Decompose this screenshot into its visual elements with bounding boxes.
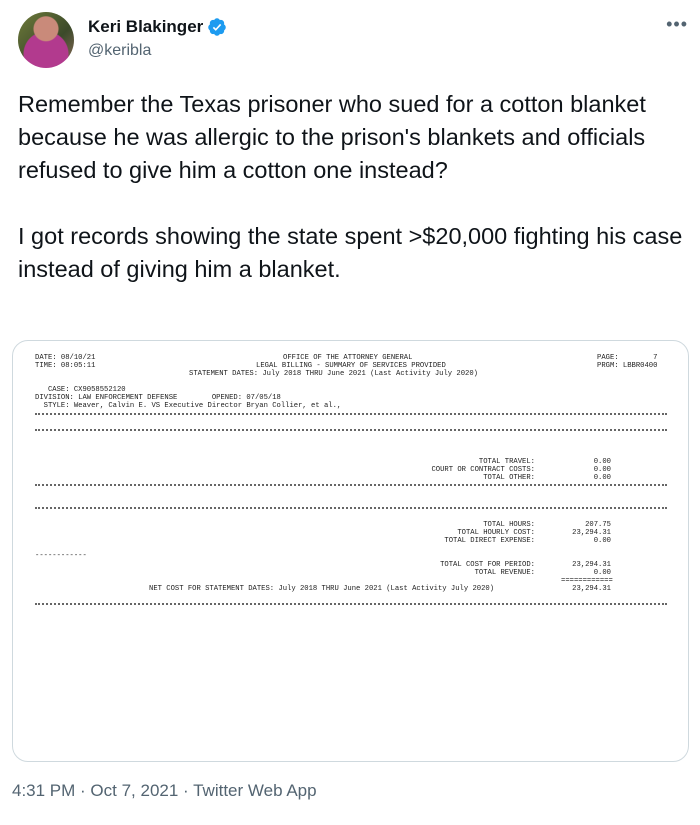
document-image[interactable]: DATE: 08/10/21 TIME: 08:05:11 OFFICE OF … bbox=[12, 340, 689, 762]
tweet-text: Remember the Texas prisoner who sued for… bbox=[18, 88, 683, 286]
doc-time: TIME: 08:05:11 bbox=[35, 362, 96, 370]
doc-label: TOTAL DIRECT EXPENSE: bbox=[444, 537, 535, 545]
doc-style: STYLE: Weaver, Calvin E. VS Executive Di… bbox=[35, 402, 342, 410]
doc-value: 0.00 bbox=[593, 537, 611, 545]
doc-separator bbox=[35, 429, 667, 431]
doc-statement-dates: STATEMENT DATES: July 2018 THRU June 202… bbox=[189, 370, 478, 378]
author-name[interactable]: Keri Blakinger bbox=[88, 17, 203, 37]
verified-badge-icon bbox=[208, 18, 227, 36]
doc-separator bbox=[35, 507, 667, 509]
tweet-timestamp[interactable]: 4:31 PM · Oct 7, 2021 · Twitter Web App bbox=[12, 781, 317, 801]
doc-label: TOTAL OTHER: bbox=[483, 474, 535, 482]
avatar[interactable] bbox=[18, 12, 74, 68]
author-handle[interactable]: @keribla bbox=[88, 42, 151, 60]
doc-net-label: NET COST FOR STATEMENT DATES: July 2018 … bbox=[149, 585, 495, 593]
author-row: Keri Blakinger bbox=[88, 17, 227, 37]
doc-value: 0.00 bbox=[593, 474, 611, 482]
tweet-paragraph: Remember the Texas prisoner who sued for… bbox=[18, 91, 646, 183]
doc-separator bbox=[35, 484, 667, 486]
doc-prgm: PRGM: LBBR0400 bbox=[597, 362, 658, 370]
tweet-paragraph: I got records showing the state spent >$… bbox=[18, 223, 683, 282]
doc-separator bbox=[35, 603, 667, 605]
doc-net-value: 23,294.31 bbox=[572, 585, 611, 593]
doc-label: TOTAL REVENUE: bbox=[474, 569, 535, 577]
doc-separator bbox=[35, 413, 667, 415]
doc-dash-line: ------------ bbox=[35, 552, 87, 560]
more-dots-icon[interactable]: ••• bbox=[666, 14, 688, 35]
